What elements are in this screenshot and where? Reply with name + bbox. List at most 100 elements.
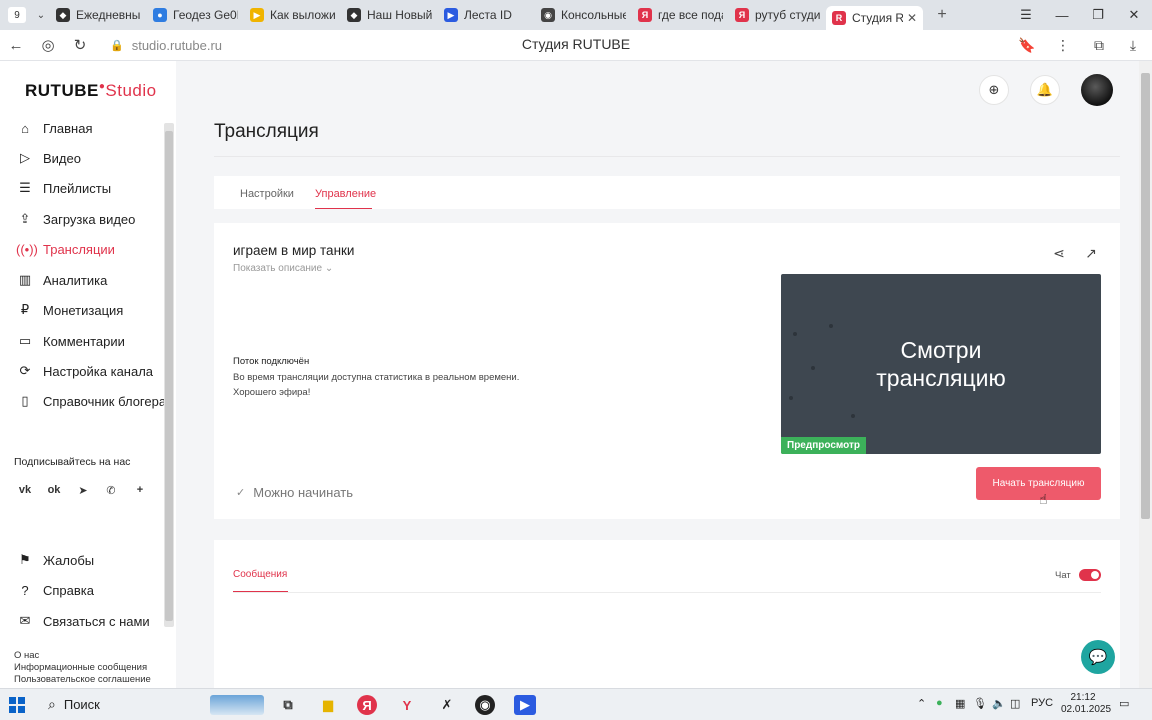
volume-icon[interactable]: 🔈 <box>992 697 1006 710</box>
notifications-icon[interactable]: ▭ <box>1119 697 1129 710</box>
tray-chevron-icon[interactable]: ⌃ <box>917 697 926 710</box>
sidebar-item-blogger-guide[interactable]: ▯ Справочник блогера <box>16 391 166 411</box>
sidebar-item-analytics[interactable]: ▥ Аналитика <box>16 270 108 290</box>
reload-icon[interactable]: ↻ <box>64 31 96 59</box>
microphone-icon[interactable]: 🎙 <box>973 697 987 710</box>
stream-preview[interactable]: Смотри трансляцию Предпросмотр <box>781 274 1101 454</box>
tab-management[interactable]: Управление <box>315 188 376 200</box>
vk-icon[interactable]: vk <box>14 479 36 501</box>
flag-icon: ⚑ <box>19 552 31 567</box>
sidebar-item-contact[interactable]: ✉ Связаться с нами <box>16 611 150 631</box>
weather-widget-icon[interactable] <box>210 695 264 715</box>
support-chat-icon[interactable]: 💬 <box>1081 640 1115 674</box>
avatar[interactable] <box>1081 74 1113 106</box>
book-icon: ▯ <box>21 393 29 408</box>
chat-toggle-label: Чат <box>1055 570 1071 581</box>
browser-tab[interactable]: Ярутуб студи <box>729 3 826 27</box>
browser-tab[interactable]: ▶ Как выложи <box>244 3 341 27</box>
shield-icon: ◆ <box>347 8 361 22</box>
browser-tab[interactable]: ▶ Леста ID <box>438 3 535 27</box>
sidebar-item-comments[interactable]: ▭ Комментарии <box>16 331 125 351</box>
footer-link[interactable]: Информационные сообщения <box>14 662 147 673</box>
show-description-toggle[interactable]: Показать описание ⌄ <box>233 263 333 274</box>
task-view-icon[interactable]: ⧉ <box>277 695 299 715</box>
yandex-music-icon[interactable]: Y <box>396 695 418 715</box>
yandex-browser-icon[interactable]: Я <box>357 695 377 715</box>
sidebar-item-monetization[interactable]: ₽ Монетизация <box>16 300 123 320</box>
footer-link[interactable]: Пользовательское соглашение <box>14 674 151 685</box>
play-icon: ▶ <box>250 8 264 22</box>
file-explorer-icon[interactable]: ▆ <box>317 695 339 715</box>
browser-tab[interactable]: ◉ Консольные <box>535 3 632 27</box>
sidebar-scrollbar[interactable] <box>164 123 174 627</box>
tab-list-chevron-icon[interactable]: ⌄ <box>32 10 50 21</box>
restore-icon[interactable]: ❐ <box>1080 0 1116 30</box>
browser-tab[interactable]: ●Геодез Ge0D <box>147 3 244 27</box>
share-icon[interactable]: ⋖ <box>1049 243 1069 263</box>
chat-toggle[interactable] <box>1079 569 1101 581</box>
bookmark-icon[interactable]: 🔖 <box>1012 30 1042 60</box>
tab-messages[interactable]: Сообщения <box>233 569 287 580</box>
language-indicator[interactable]: РУС <box>1031 697 1053 709</box>
menu-icon[interactable]: ☰ <box>1008 0 1044 30</box>
ok-icon[interactable]: ok <box>43 479 65 501</box>
tray-app-icon[interactable]: ● <box>936 697 943 709</box>
tab-counter[interactable]: 9 <box>8 7 26 23</box>
check-icon: ✓ <box>236 487 246 499</box>
lesta-icon[interactable]: ▶ <box>514 695 536 715</box>
chevron-down-icon: ⌄ <box>324 263 334 274</box>
game-app-icon[interactable]: ✗ <box>436 695 458 715</box>
scrollbar-thumb[interactable] <box>165 131 173 621</box>
rutube-studio-logo[interactable]: RUTUBE●Studio <box>25 81 157 101</box>
divider <box>214 156 1120 157</box>
minimize-icon[interactable]: — <box>1044 0 1080 30</box>
sidebar-item-video[interactable]: ▷ Видео <box>16 148 81 168</box>
lesta-icon: ▶ <box>444 8 458 22</box>
shield-icon: ◆ <box>56 8 70 22</box>
taskbar-search[interactable]: ⌕ Поиск <box>48 696 100 713</box>
sidebar-item-broadcasts[interactable]: ((•)) Трансляции <box>16 239 115 259</box>
obs-icon[interactable]: ◉ <box>475 695 495 715</box>
new-tab-plus-icon[interactable]: + <box>931 4 953 26</box>
video-icon: ▷ <box>20 150 30 165</box>
console-icon: ◉ <box>541 8 555 22</box>
sidebar-item-upload[interactable]: ⇪ Загрузка видео <box>16 209 136 229</box>
stream-status-title: Поток подключён <box>233 356 310 367</box>
extensions-icon[interactable]: ⧉ <box>1084 30 1114 60</box>
network-icon[interactable]: ◫ <box>1010 697 1020 710</box>
browser-tab[interactable]: ◆ Ежедневный <box>50 3 147 27</box>
sidebar-item-help[interactable]: ? Справка <box>16 580 94 600</box>
stream-status-text: Хорошего эфира! <box>233 387 311 398</box>
sidebar-item-home[interactable]: ⌂ Главная <box>16 118 92 138</box>
browser-tab[interactable]: Ягде все пода <box>632 3 729 27</box>
preview-text: Смотри трансляцию <box>876 337 1006 391</box>
sidebar-item-complaints[interactable]: ⚑ Жалобы <box>16 550 94 570</box>
tab-settings[interactable]: Настройки <box>240 188 294 200</box>
window-close-icon[interactable]: ✕ <box>1116 0 1152 30</box>
close-icon[interactable]: ✕ <box>903 11 917 25</box>
back-arrow-icon[interactable]: ← <box>0 31 32 59</box>
url-field[interactable]: 🔒 studio.rutube.ru <box>110 34 1060 56</box>
download-icon[interactable]: ⤓ <box>1118 30 1148 60</box>
browser-tab-strip: 9 ⌄ ◆Ежедневный ●Геодез Ge0D ▶Как выложи… <box>0 0 1152 30</box>
active-tab-underline <box>315 208 372 209</box>
bell-icon[interactable]: 🔔 <box>1030 75 1060 105</box>
windows-start-icon[interactable] <box>9 697 25 713</box>
footer-link[interactable]: О нас <box>14 650 39 661</box>
browser-tab-active[interactable]: R Студия R ✕ <box>826 6 923 30</box>
upload-plus-icon[interactable]: ⊕ <box>979 75 1009 105</box>
telegram-icon[interactable]: ➤ <box>72 479 94 501</box>
tray-app-icon[interactable]: ▦ <box>955 697 965 710</box>
page-scrollbar[interactable] <box>1139 61 1152 688</box>
more-vertical-icon[interactable]: ⋮ <box>1048 30 1078 60</box>
external-link-icon[interactable]: ↗ <box>1081 243 1101 263</box>
plus-icon[interactable]: + <box>129 479 151 501</box>
viber-icon[interactable]: ✆ <box>100 479 122 501</box>
sidebar-item-channel-settings[interactable]: ⟳ Настройка канала <box>16 361 154 381</box>
sidebar-item-playlists[interactable]: ☰ Плейлисты <box>16 178 111 198</box>
yandex-protect-icon[interactable]: ◎ <box>32 31 64 59</box>
browser-tab[interactable]: ◆ Наш Новый <box>341 3 438 27</box>
clock[interactable]: 21:12 02.01.2025 <box>1061 692 1111 716</box>
playlist-icon: ☰ <box>19 180 31 195</box>
scrollbar-thumb[interactable] <box>1141 73 1150 519</box>
